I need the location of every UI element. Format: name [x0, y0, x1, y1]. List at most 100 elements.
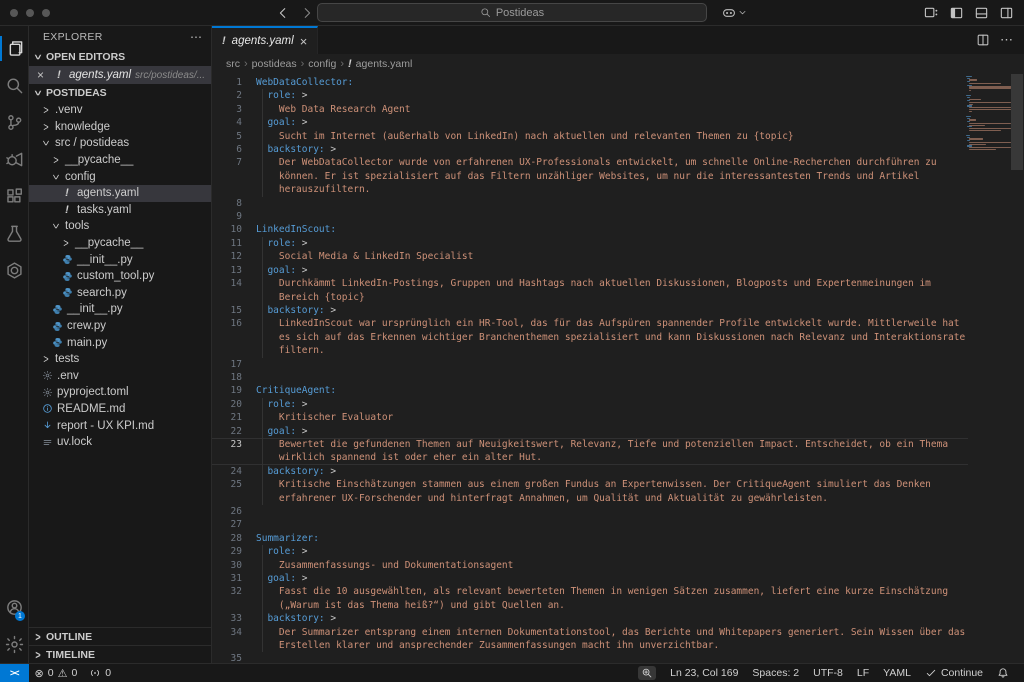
tree-file-main-py[interactable]: main.py	[29, 334, 211, 351]
split-editor-icon[interactable]	[976, 33, 990, 47]
scrollbar-thumb[interactable]	[1011, 74, 1023, 170]
code-line-20[interactable]: 20role: >	[212, 398, 968, 411]
code-line-3[interactable]: 3Web Data Research Agent	[212, 103, 968, 116]
toggle-secondary-sidebar-icon[interactable]	[999, 5, 1014, 20]
activity-item-extension-ring[interactable]	[0, 252, 28, 289]
tree-folder-tools[interactable]: >tools	[29, 218, 211, 235]
code-line-26[interactable]: 26	[212, 505, 968, 518]
status-item-zoom-indicator[interactable]	[631, 666, 663, 680]
activity-item-search[interactable]	[0, 67, 28, 104]
code-line-15[interactable]: 15backstory: >	[212, 304, 968, 317]
open-editors-section[interactable]: > OPEN EDITORS	[29, 48, 211, 66]
tree-folder-tests[interactable]: >tests	[29, 351, 211, 368]
breadcrumb-item-postideas[interactable]: postideas	[252, 58, 297, 70]
tree-file--init-py[interactable]: __init__.py	[29, 301, 211, 318]
ports-indicator[interactable]: 0	[83, 664, 117, 682]
code-line-22[interactable]: 22goal: >	[212, 425, 968, 438]
activity-item-testing[interactable]	[0, 215, 28, 252]
activity-item-settings[interactable]	[0, 626, 28, 663]
tree-folder--pycache-[interactable]: >__pycache__	[29, 152, 211, 169]
nav-forward-icon[interactable]	[300, 6, 314, 20]
code-line-4[interactable]: 4goal: >	[212, 116, 968, 129]
activity-item-source-control[interactable]	[0, 104, 28, 141]
code-line-14[interactable]: 14Durchkämmt LinkedIn-Postings, Gruppen …	[212, 277, 968, 304]
code-line-17[interactable]: 17	[212, 358, 968, 371]
tree-file-agents-yaml[interactable]: !agents.yaml	[29, 185, 211, 202]
breadcrumb-item-config[interactable]: config	[308, 58, 336, 70]
code-line-16[interactable]: 16LinkedInScout war ursprünglich ein HR-…	[212, 317, 968, 357]
close-window-button[interactable]	[10, 9, 18, 17]
close-tab-icon[interactable]: ×	[300, 35, 308, 48]
code-line-30[interactable]: 30Zusammenfassungs- und Dokumentationsag…	[212, 559, 968, 572]
code-line-27[interactable]: 27	[212, 518, 968, 531]
status-item-notifications[interactable]	[990, 667, 1016, 679]
code-line-31[interactable]: 31goal: >	[212, 572, 968, 585]
code-line-10[interactable]: 10LinkedInScout:	[212, 223, 968, 236]
tree-file--init-py[interactable]: __init__.py	[29, 251, 211, 268]
activity-item-accounts[interactable]: 1	[0, 589, 28, 626]
project-section-header[interactable]: > POSTIDEAS	[29, 84, 211, 102]
code-line-32[interactable]: 32Fasst die 10 ausgewählten, als relevan…	[212, 585, 968, 612]
open-editor-agents-yaml[interactable]: × ! agents.yaml src/postideas/...	[29, 66, 211, 84]
customize-layout-icon[interactable]	[924, 5, 939, 20]
code-line-8[interactable]: 8	[212, 197, 968, 210]
tree-file-search-py[interactable]: search.py	[29, 285, 211, 302]
tree-file-custom-tool-py[interactable]: custom_tool.py	[29, 268, 211, 285]
tree-folder-src-postideas[interactable]: >src / postideas	[29, 135, 211, 152]
command-center-search[interactable]: Postideas	[317, 3, 707, 22]
timeline-section[interactable]: > TIMELINE	[29, 645, 211, 663]
minimap[interactable]	[966, 76, 1010, 152]
tree-file-report-ux-kpi-md[interactable]: report - UX KPI.md	[29, 417, 211, 434]
code-line-35[interactable]: 35	[212, 652, 968, 663]
status-item-cursor-position[interactable]: Ln 23, Col 169	[663, 667, 745, 679]
code-line-2[interactable]: 2role: >	[212, 89, 968, 102]
tree-file-pyproject-toml[interactable]: pyproject.toml	[29, 384, 211, 401]
outline-section[interactable]: > OUTLINE	[29, 627, 211, 645]
code-line-24[interactable]: 24backstory: >	[212, 465, 968, 478]
code-line-12[interactable]: 12Social Media & LinkedIn Specialist	[212, 250, 968, 263]
code-line-25[interactable]: 25Kritische Einschätzungen stammen aus e…	[212, 478, 968, 505]
code-line-5[interactable]: 5Sucht im Internet (außerhalb von Linked…	[212, 130, 968, 143]
zoom-window-button[interactable]	[42, 9, 50, 17]
explorer-more-actions-icon[interactable]: ⋯	[190, 30, 203, 44]
code-line-19[interactable]: 19CritiqueAgent:	[212, 384, 968, 397]
status-item-indentation[interactable]: Spaces: 2	[745, 667, 806, 679]
tree-file-tasks-yaml[interactable]: !tasks.yaml	[29, 202, 211, 219]
tree-folder-config[interactable]: >config	[29, 168, 211, 185]
code-line-18[interactable]: 18	[212, 371, 968, 384]
code-line-33[interactable]: 33backstory: >	[212, 612, 968, 625]
tree-folder-knowledge[interactable]: >knowledge	[29, 119, 211, 136]
nav-back-icon[interactable]	[276, 6, 290, 20]
status-item-encoding[interactable]: UTF-8	[806, 667, 850, 679]
tree-file-crew-py[interactable]: crew.py	[29, 318, 211, 335]
code-line-21[interactable]: 21Kritischer Evaluator	[212, 411, 968, 424]
code-line-6[interactable]: 6backstory: >	[212, 143, 968, 156]
code-line-1[interactable]: 1WebDataCollector:	[212, 76, 968, 89]
code-line-9[interactable]: 9	[212, 210, 968, 223]
code-line-23[interactable]: 23Bewertet die gefundenen Themen auf Neu…	[212, 438, 968, 465]
tree-file-uv-lock[interactable]: uv.lock	[29, 434, 211, 451]
editor-more-actions-icon[interactable]: ⋯	[1000, 32, 1014, 48]
code-line-7[interactable]: 7Der WebDataCollector wurde von erfahren…	[212, 156, 968, 196]
activity-item-explorer[interactable]	[0, 30, 28, 67]
copilot-button[interactable]	[722, 6, 747, 20]
activity-item-extensions[interactable]	[0, 178, 28, 215]
code-line-34[interactable]: 34Der Summarizer entsprang einem interne…	[212, 626, 968, 653]
remote-indicator[interactable]: ><	[0, 664, 29, 682]
tree-file-readme-md[interactable]: README.md	[29, 401, 211, 418]
tab-agents-yaml[interactable]: ! agents.yaml ×	[212, 26, 318, 54]
tree-file--env[interactable]: .env	[29, 368, 211, 385]
status-item-continue-extension[interactable]: Continue	[918, 667, 990, 679]
code-line-13[interactable]: 13goal: >	[212, 264, 968, 277]
minimize-window-button[interactable]	[26, 9, 34, 17]
tree-folder--pycache-[interactable]: >__pycache__	[29, 235, 211, 252]
breadcrumb-item-src[interactable]: src	[226, 58, 240, 70]
status-item-eol[interactable]: LF	[850, 667, 876, 679]
activity-item-run-debug[interactable]	[0, 141, 28, 178]
breadcrumb-item-file[interactable]: !agents.yaml	[348, 58, 412, 70]
code-line-11[interactable]: 11role: >	[212, 237, 968, 250]
status-item-language-mode[interactable]: YAML	[876, 667, 918, 679]
toggle-primary-sidebar-icon[interactable]	[949, 5, 964, 20]
tree-folder--venv[interactable]: >.venv	[29, 102, 211, 119]
code-line-29[interactable]: 29role: >	[212, 545, 968, 558]
